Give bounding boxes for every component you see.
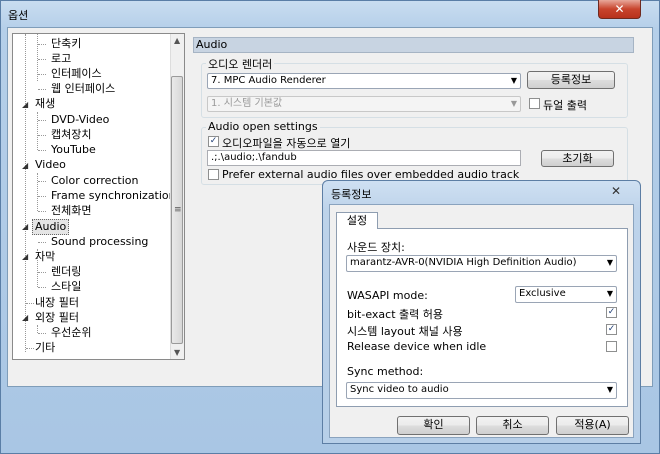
wasapi-mode-select[interactable]: Exclusive ▼ bbox=[515, 286, 617, 303]
window-close-button[interactable]: ✕ bbox=[598, 0, 641, 19]
chevron-down-icon: ▼ bbox=[510, 76, 517, 85]
release-device-checkbox[interactable] bbox=[606, 341, 617, 352]
scroll-grip-icon: ≡ bbox=[174, 205, 182, 215]
tree-item-subtitles[interactable]: 자막 bbox=[35, 250, 55, 264]
tree-item-dvd-video[interactable]: DVD-Video bbox=[51, 113, 109, 127]
dual-output-label: 듀얼 출력 bbox=[543, 99, 587, 112]
dialog-title: 등록정보 bbox=[331, 188, 372, 201]
tree-item-web-interface[interactable]: 웹 인터페이스 bbox=[51, 82, 115, 96]
tree-item-frame-sync[interactable]: Frame synchronization bbox=[51, 189, 176, 203]
auto-open-label: 오디오파일을 자동으로 열기 bbox=[222, 137, 351, 150]
tree-item-shortcuts[interactable]: 단축키 bbox=[51, 37, 81, 51]
apply-button[interactable]: 적용(A) bbox=[556, 416, 629, 435]
auto-open-checkbox[interactable]: ✓ bbox=[208, 136, 219, 147]
sync-method-value: Sync video to audio bbox=[350, 384, 449, 395]
secondary-renderer-value: 1. 시스템 기본값 bbox=[211, 98, 283, 109]
tree-item-color-correction[interactable]: Color correction bbox=[51, 174, 139, 188]
release-device-label: Release device when idle bbox=[347, 340, 487, 353]
tree-item-priority[interactable]: 우선순위 bbox=[51, 326, 91, 340]
expand-triangle-icon[interactable]: ◢ bbox=[22, 313, 28, 322]
cancel-button[interactable]: 취소 bbox=[476, 416, 549, 435]
tree-item-video[interactable]: Video bbox=[35, 158, 66, 172]
layout-channel-label: 시스템 layout 채널 사용 bbox=[347, 325, 463, 338]
sound-device-value: marantz-AVR-0(NVIDIA High Definition Aud… bbox=[350, 257, 577, 268]
sound-device-label: 사운드 장치: bbox=[347, 241, 405, 254]
expand-triangle-icon[interactable]: ◢ bbox=[22, 222, 28, 231]
ok-button[interactable]: 확인 bbox=[397, 416, 470, 435]
audio-renderer-select[interactable]: 7. MPC Audio Renderer ▼ bbox=[207, 73, 521, 89]
expand-triangle-icon[interactable]: ◢ bbox=[22, 100, 28, 109]
sync-method-select[interactable]: Sync video to audio ▼ bbox=[346, 382, 617, 399]
audio-renderer-value: 7. MPC Audio Renderer bbox=[211, 75, 326, 86]
tree-item-youtube[interactable]: YouTube bbox=[51, 143, 96, 157]
tree-item-interface[interactable]: 인터페이스 bbox=[51, 67, 102, 81]
tree-item-external-filters[interactable]: 외장 필터 bbox=[35, 311, 79, 325]
tree-item-sound-processing[interactable]: Sound processing bbox=[51, 235, 148, 249]
wasapi-mode-value: Exclusive bbox=[519, 288, 566, 299]
tree-item-audio[interactable]: Audio bbox=[32, 219, 70, 235]
tree-item-fullscreen[interactable]: 전체화면 bbox=[51, 204, 91, 218]
scroll-up-icon[interactable]: ▲ bbox=[174, 36, 180, 45]
options-tree[interactable]: ◢ ◢ ◢ ◢ ◢ 단축키 로고 인터페이스 웹 인터페이스 재생 DVD-Vi… bbox=[12, 33, 185, 360]
expand-triangle-icon[interactable]: ◢ bbox=[22, 161, 28, 170]
chevron-down-icon: ▼ bbox=[606, 289, 613, 298]
page-title: Audio bbox=[193, 37, 634, 53]
layout-channel-checkbox[interactable]: ✓ bbox=[606, 324, 617, 335]
tree-item-misc[interactable]: 기타 bbox=[35, 341, 55, 355]
audio-path-input[interactable]: .;.\audio;.\fandub bbox=[207, 150, 521, 166]
secondary-renderer-select: 1. 시스템 기본값 ▼ bbox=[207, 96, 521, 112]
tree-item-internal-filters[interactable]: 내장 필터 bbox=[35, 296, 79, 310]
renderer-group-label: 오디오 렌더러 bbox=[206, 56, 275, 72]
tree-item-capture[interactable]: 캡쳐장치 bbox=[51, 128, 91, 142]
window-title: 옵션 bbox=[8, 9, 29, 22]
tree-item-rendering[interactable]: 렌더링 bbox=[51, 265, 81, 279]
tab-settings[interactable]: 설정 bbox=[336, 212, 378, 229]
properties-button[interactable]: 등록정보 bbox=[527, 71, 615, 89]
expand-triangle-icon[interactable]: ◢ bbox=[22, 252, 28, 261]
bitexact-label: bit-exact 출력 허용 bbox=[347, 308, 443, 321]
sound-device-select[interactable]: marantz-AVR-0(NVIDIA High Definition Aud… bbox=[346, 255, 617, 272]
wasapi-mode-label: WASAPI mode: bbox=[347, 289, 428, 302]
tree-item-playback[interactable]: 재생 bbox=[35, 97, 55, 111]
chevron-down-icon: ▼ bbox=[510, 99, 517, 108]
chevron-down-icon: ▼ bbox=[606, 385, 613, 394]
bitexact-checkbox[interactable]: ✓ bbox=[606, 307, 617, 318]
audio-open-group-label: Audio open settings bbox=[206, 120, 320, 133]
tree-item-logo[interactable]: 로고 bbox=[51, 52, 71, 66]
chevron-down-icon: ▼ bbox=[606, 258, 613, 267]
dialog-close-button[interactable]: ✕ bbox=[611, 184, 621, 198]
tree-item-style[interactable]: 스타일 bbox=[51, 280, 81, 294]
sync-method-label: Sync method: bbox=[347, 365, 424, 378]
scroll-down-icon[interactable]: ▼ bbox=[174, 348, 180, 357]
reset-button[interactable]: 초기화 bbox=[541, 150, 614, 167]
prefer-external-checkbox[interactable] bbox=[208, 169, 219, 180]
dual-output-checkbox[interactable] bbox=[529, 98, 540, 109]
